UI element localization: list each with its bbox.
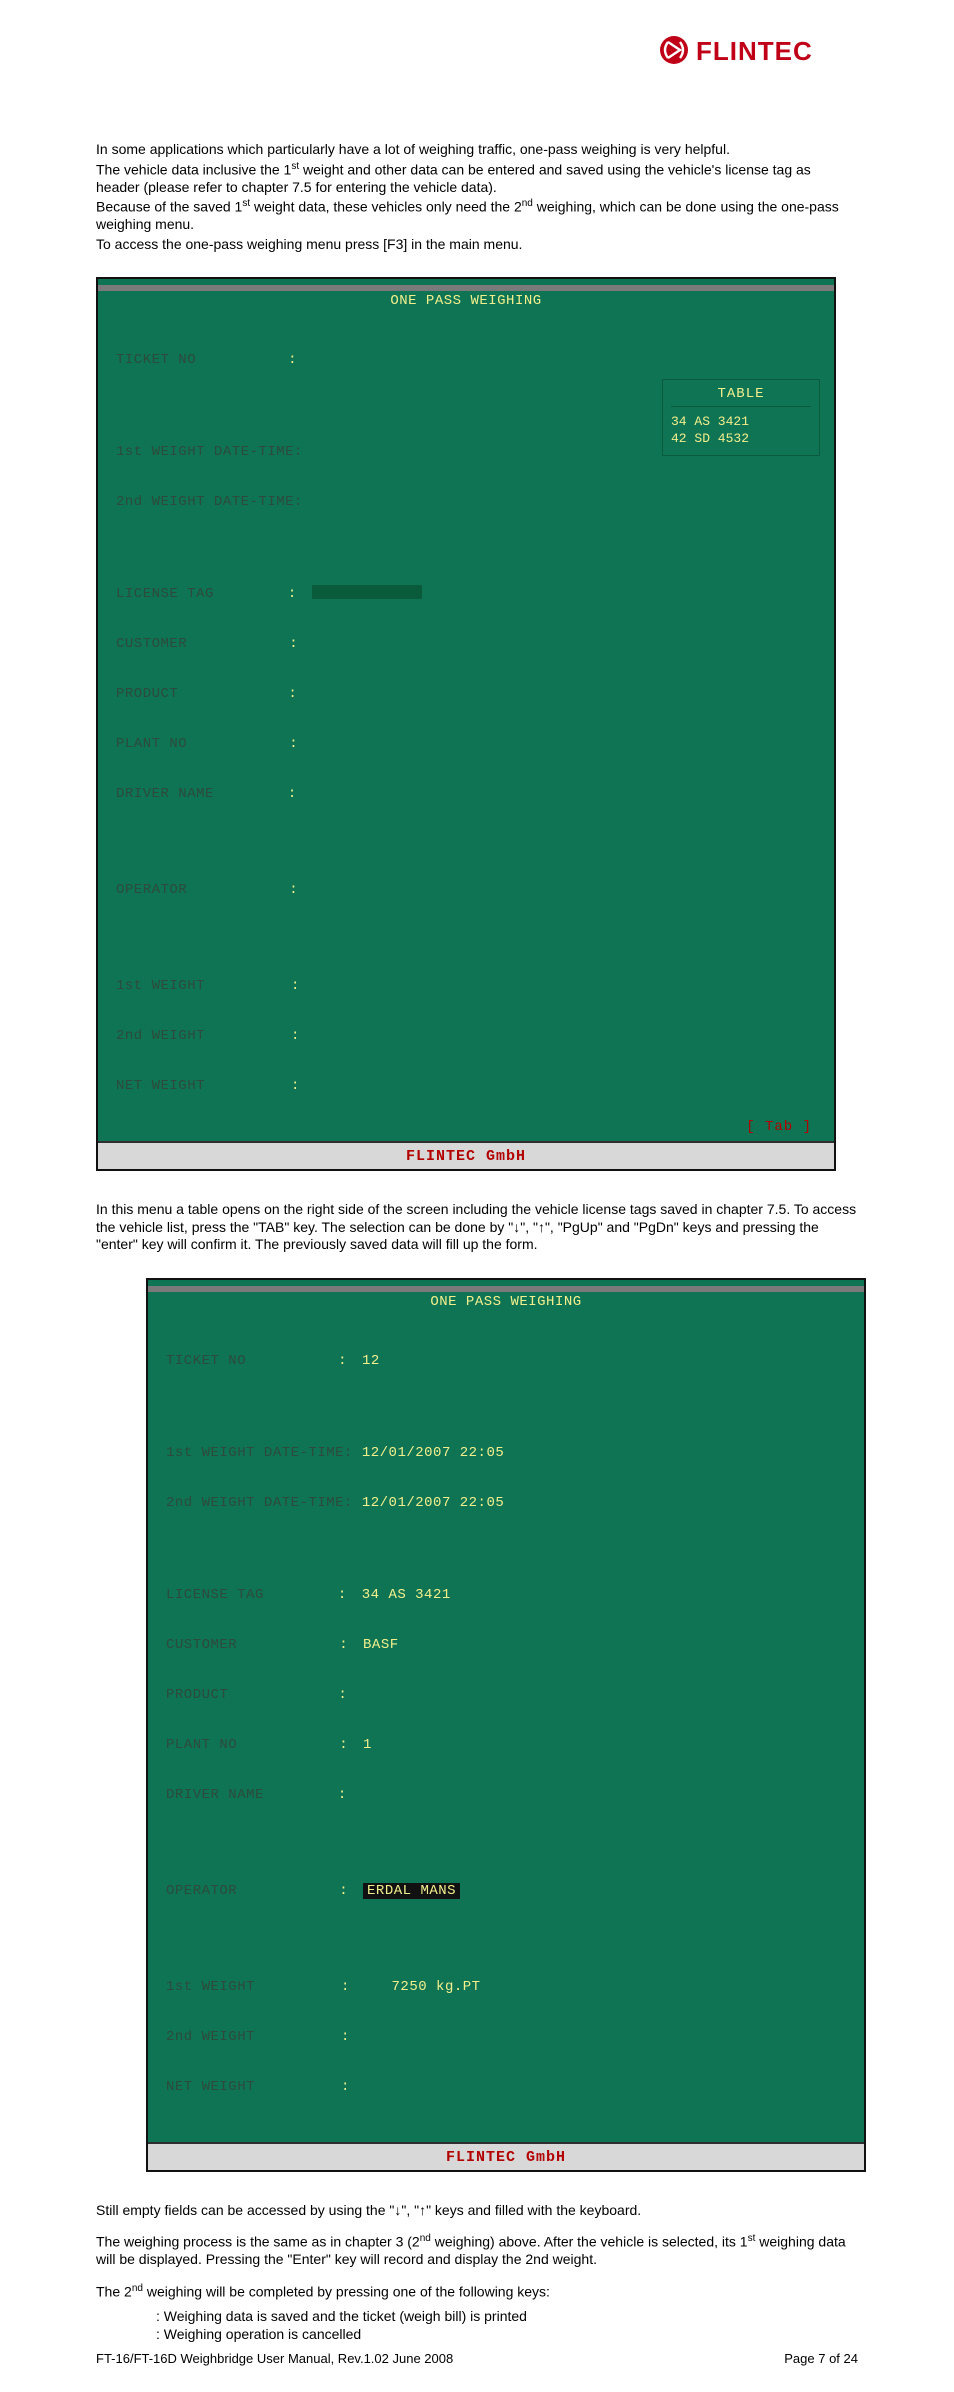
vehicle-table-panel: TABLE 34 AS 3421 42 SD 4532	[662, 379, 820, 456]
body-text: Because of the saved 1st weight data, th…	[96, 198, 858, 234]
terminal-title: ONE PASS WEIGHING	[430, 1294, 581, 1310]
body-text: In some applications which particularly …	[96, 141, 858, 159]
terminal-footer: FLINTEC GmbH	[98, 1141, 834, 1169]
logo-text: FLINTEC	[696, 36, 813, 66]
operator-highlight: ERDAL MANS	[363, 1883, 460, 1899]
tab-key-hint: [ Tab ]	[746, 1119, 812, 1135]
brand-logo: FLINTEC	[96, 32, 858, 71]
terminal-screenshot-1: ONE PASS WEIGHING TICKET NO: 1st WEIGHT …	[96, 277, 858, 1171]
terminal-footer: FLINTEC GmbH	[148, 2142, 864, 2170]
input-cursor	[312, 585, 422, 599]
body-text: The 2nd weighing will be completed by pr…	[96, 2283, 858, 2301]
table-row[interactable]: 42 SD 4532	[671, 430, 811, 447]
key-action-list: : Weighing data is saved and the ticket …	[156, 2307, 858, 2343]
body-text: The vehicle data inclusive the 1st weigh…	[96, 161, 858, 197]
terminal-screenshot-2: ONE PASS WEIGHING TICKET NO: 12 1st WEIG…	[96, 1278, 858, 2172]
list-item: : Weighing data is saved and the ticket …	[156, 2307, 858, 2325]
footer-right: Page 7 of 24	[784, 2351, 858, 2366]
body-text: To access the one-pass weighing menu pre…	[96, 236, 858, 254]
body-text: In this menu a table opens on the right …	[96, 1201, 858, 1254]
list-item: : Weighing operation is cancelled	[156, 2325, 858, 2343]
body-text: Still empty fields can be accessed by us…	[96, 2202, 858, 2220]
panel-header: TABLE	[671, 386, 811, 407]
terminal-title: ONE PASS WEIGHING	[390, 293, 541, 309]
table-row[interactable]: 34 AS 3421	[671, 413, 811, 430]
body-text: The weighing process is the same as in c…	[96, 2233, 858, 2269]
footer-left: FT-16/FT-16D Weighbridge User Manual, Re…	[96, 2351, 453, 2366]
